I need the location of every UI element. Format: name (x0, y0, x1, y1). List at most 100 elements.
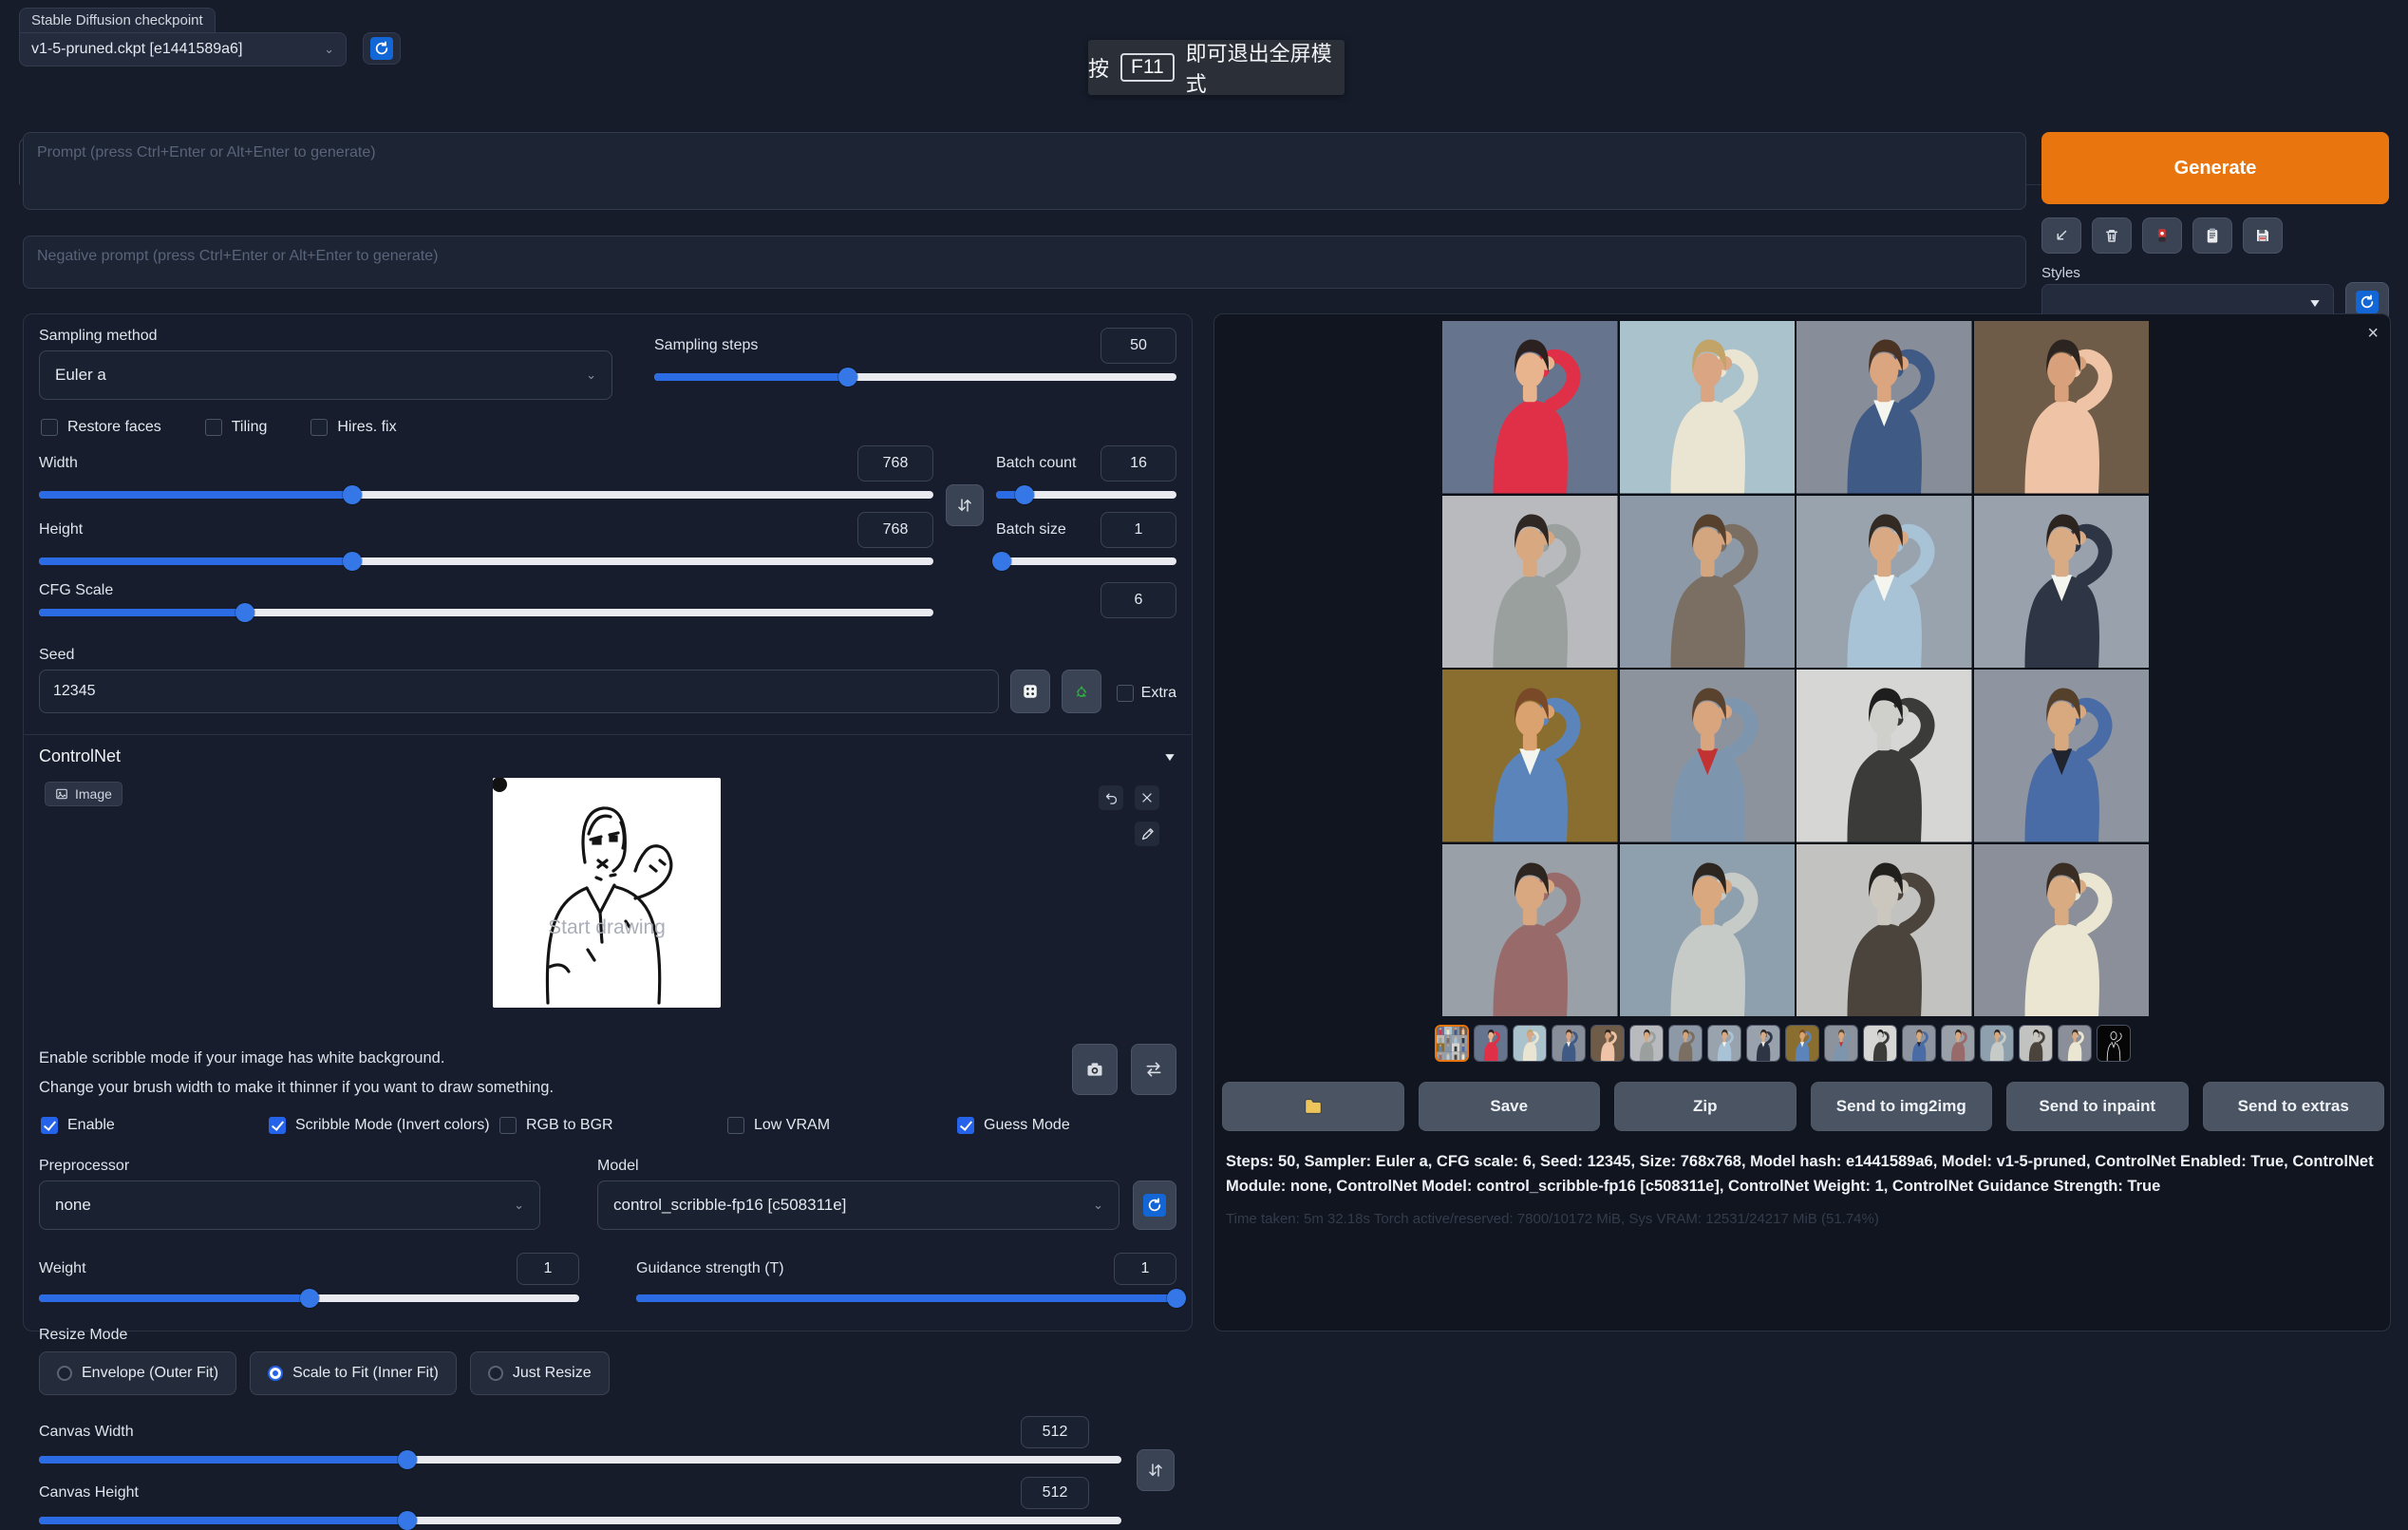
prompt-input[interactable] (23, 132, 2026, 210)
gallery-image-10[interactable] (1620, 670, 1796, 842)
gallery-image-6[interactable] (1620, 496, 1796, 669)
random-seed-button[interactable] (1010, 670, 1050, 713)
zip-button[interactable]: Zip (1614, 1082, 1797, 1131)
gallery-image-4[interactable] (1974, 321, 2150, 494)
canvas-width-value[interactable]: 512 (1021, 1416, 1089, 1448)
checkbox-restore-faces[interactable]: Restore faces (41, 419, 161, 436)
extra-seed-checkbox[interactable]: Extra (1117, 685, 1176, 713)
gallery-thumbnail-2[interactable] (1513, 1025, 1547, 1062)
send-to-inpaint-button[interactable]: Send to inpaint (2006, 1082, 2189, 1131)
gallery-thumbnail-6[interactable] (1668, 1025, 1703, 1062)
width-value[interactable]: 768 (857, 445, 933, 482)
swap-canvas-dims-button[interactable] (1137, 1449, 1175, 1491)
guidance-strength-value[interactable]: 1 (1114, 1253, 1176, 1285)
height-value[interactable]: 768 (857, 512, 933, 548)
weight-slider[interactable] (39, 1294, 579, 1302)
open-folder-button[interactable] (1222, 1082, 1404, 1131)
canvas-brush-button[interactable] (1135, 822, 1159, 846)
interrupt-arrow-button[interactable] (2041, 217, 2081, 254)
guidance-strength-slider[interactable] (636, 1294, 1176, 1302)
preprocessor-dropdown[interactable]: none ⌄ (39, 1181, 540, 1230)
gallery-image-2[interactable] (1620, 321, 1796, 494)
gallery-thumbnail-1[interactable] (1474, 1025, 1508, 1062)
clear-prompt-button[interactable] (2092, 217, 2132, 254)
gallery-thumbnail-4[interactable] (1590, 1025, 1625, 1062)
gallery-thumbnail-grid[interactable] (1435, 1025, 1469, 1062)
model-refresh-button[interactable] (1133, 1181, 1176, 1230)
gallery-thumbnail-14[interactable] (1980, 1025, 2014, 1062)
batch-count-slider[interactable] (996, 491, 1176, 499)
negative-prompt-input[interactable] (23, 236, 2026, 289)
gallery-image-15[interactable] (1797, 844, 1972, 1017)
checkbox-scribble-mode-invert-colors[interactable]: Scribble Mode (Invert colors) (269, 1117, 490, 1134)
checkbox-enable[interactable]: Enable (41, 1117, 115, 1134)
canvas-width-slider[interactable] (39, 1456, 1121, 1464)
checkbox-tiling[interactable]: Tiling (205, 419, 268, 436)
generate-button[interactable]: Generate (2041, 132, 2389, 204)
gallery-image-9[interactable] (1442, 670, 1618, 842)
canvas-undo-button[interactable] (1099, 785, 1123, 810)
canvas-height-value[interactable]: 512 (1021, 1477, 1089, 1509)
checkpoint-refresh-button[interactable] (363, 32, 401, 65)
save-style-button[interactable] (2243, 217, 2283, 254)
width-slider[interactable] (39, 491, 933, 499)
gallery-image-7[interactable] (1797, 496, 1972, 669)
radio-envelope-outer-fit[interactable]: Envelope (Outer Fit) (39, 1351, 236, 1395)
gallery-image-3[interactable] (1797, 321, 1972, 494)
gallery-thumbnail-15[interactable] (2019, 1025, 2053, 1062)
canvas-clear-button[interactable] (1135, 785, 1159, 810)
gallery-thumbnail-13[interactable] (1941, 1025, 1975, 1062)
gallery-thumbnail-scribble[interactable] (2097, 1025, 2131, 1062)
gallery-thumbnail-16[interactable] (2058, 1025, 2092, 1062)
gallery-thumbnail-11[interactable] (1863, 1025, 1897, 1062)
send-to-extras-button[interactable]: Send to extras (2203, 1082, 2385, 1131)
checkpoint-dropdown[interactable]: v1-5-pruned.ckpt [e1441589a6] ⌄ (19, 32, 347, 66)
gallery-image-14[interactable] (1620, 844, 1796, 1017)
gallery-thumbnail-9[interactable] (1785, 1025, 1819, 1062)
save-button[interactable]: Save (1419, 1082, 1601, 1131)
gallery-thumbnail-3[interactable] (1552, 1025, 1586, 1062)
gallery-image-8[interactable] (1974, 496, 2150, 669)
cfg-slider[interactable] (39, 609, 933, 616)
weight-value[interactable]: 1 (517, 1253, 579, 1285)
gallery-image-12[interactable] (1974, 670, 2150, 842)
gallery-image-13[interactable] (1442, 844, 1618, 1017)
sampling-steps-slider[interactable] (654, 373, 1176, 381)
model-dropdown[interactable]: control_scribble-fp16 [c508311e] ⌄ (597, 1181, 1119, 1230)
style-marker-button[interactable] (2142, 217, 2182, 254)
sampling-method-dropdown[interactable]: Euler a ⌄ (39, 350, 612, 400)
gallery-thumbnail-5[interactable] (1629, 1025, 1664, 1062)
sampling-steps-value[interactable]: 50 (1101, 328, 1176, 364)
checkbox-guess-mode[interactable]: Guess Mode (957, 1117, 1070, 1134)
gallery-thumbnail-8[interactable] (1746, 1025, 1780, 1062)
cfg-value[interactable]: 6 (1101, 582, 1176, 618)
gallery-thumbnail-12[interactable] (1902, 1025, 1936, 1062)
gallery-thumbnail-7[interactable] (1707, 1025, 1741, 1062)
checkbox-low-vram[interactable]: Low VRAM (727, 1117, 830, 1134)
gallery-image-5[interactable] (1442, 496, 1618, 669)
batch-size-slider[interactable] (996, 557, 1176, 565)
batch-count-value[interactable]: 16 (1101, 445, 1176, 482)
collapse-triangle-icon[interactable] (1163, 750, 1176, 764)
gallery-image-16[interactable] (1974, 844, 2150, 1017)
swap-width-height-button[interactable] (946, 484, 984, 526)
gallery-close-button[interactable]: × (2367, 324, 2379, 343)
controlnet-canvas[interactable]: Start drawing (493, 778, 721, 1008)
mirror-webcam-button[interactable] (1131, 1044, 1176, 1095)
webcam-button[interactable] (1072, 1044, 1118, 1095)
gallery-thumbnail-10[interactable] (1824, 1025, 1858, 1062)
canvas-height-slider[interactable] (39, 1517, 1121, 1524)
gallery-image-1[interactable] (1442, 321, 1618, 494)
radio-scale-to-fit-inner-fit[interactable]: Scale to Fit (Inner Fit) (250, 1351, 457, 1395)
gallery-image-11[interactable] (1797, 670, 1972, 842)
seed-input[interactable] (39, 670, 999, 713)
radio-just-resize[interactable]: Just Resize (470, 1351, 610, 1395)
checkbox-hires-fix[interactable]: Hires. fix (310, 419, 396, 436)
paste-params-button[interactable] (2192, 217, 2232, 254)
batch-size-value[interactable]: 1 (1101, 512, 1176, 548)
controlnet-image-tab[interactable]: Image (45, 782, 122, 806)
checkbox-rgb-to-bgr[interactable]: RGB to BGR (499, 1117, 613, 1134)
reuse-seed-button[interactable] (1062, 670, 1101, 713)
height-slider[interactable] (39, 557, 933, 565)
send-to-img2img-button[interactable]: Send to img2img (1811, 1082, 1993, 1131)
